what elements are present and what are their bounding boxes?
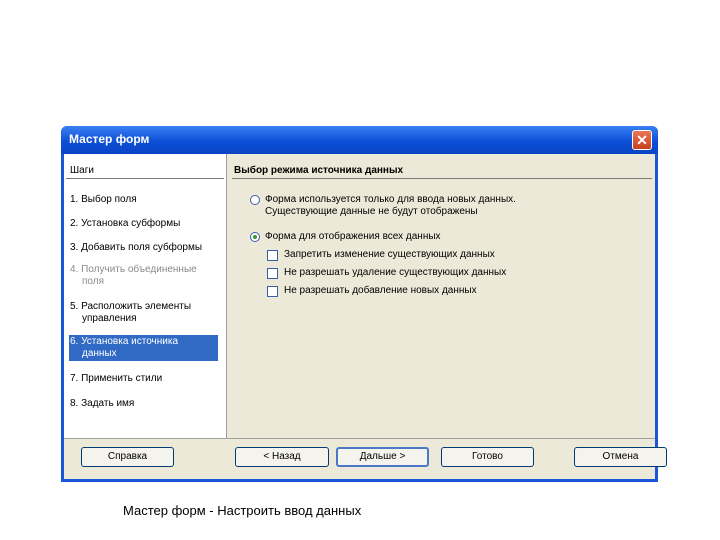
- steps-heading: Шаги: [70, 165, 94, 176]
- steps-divider: [66, 178, 224, 179]
- step-label: 1. Выбор поля: [70, 194, 137, 205]
- checkbox-no-add-label: Не разрешать добавление новых данных: [284, 285, 477, 296]
- step-set-name[interactable]: 8. Задать имя: [70, 398, 218, 410]
- radio-show-all-data-label: Форма для отображения всех данных: [265, 231, 441, 242]
- step-label: 3. Добавить поля субформы: [70, 242, 203, 253]
- dialog-client: Шаги 1. Выбор поля 2. Установка субформы…: [64, 154, 667, 479]
- radio-show-all-data[interactable]: [250, 232, 260, 242]
- step-label: 7. Применить стили: [70, 373, 163, 384]
- step-joined-fields: 4. Получить объединенные поля: [70, 264, 218, 288]
- title-bar[interactable]: Мастер форм ✕: [61, 126, 658, 154]
- step-label: 5. Расположить элементы: [70, 301, 192, 312]
- back-button[interactable]: < Назад: [235, 447, 329, 467]
- checkbox-no-modify-label: Запретить изменение существующих данных: [284, 249, 495, 260]
- step-label-cont: поля: [82, 276, 105, 287]
- radio-new-data-only[interactable]: [250, 195, 260, 205]
- button-bar-divider: [64, 438, 655, 439]
- content-panel: Выбор режима источника данных Форма испо…: [227, 154, 655, 438]
- step-label: 2. Установка субформы: [70, 218, 181, 229]
- step-label: 6. Установка источника: [70, 336, 179, 347]
- step-subform-setup[interactable]: 2. Установка субформы: [70, 218, 218, 230]
- step-data-source[interactable]: 6. Установка источника данных: [69, 335, 218, 361]
- content-heading: Выбор режима источника данных: [234, 165, 404, 176]
- checkbox-no-modify[interactable]: [267, 250, 278, 261]
- checkbox-no-delete-label: Не разрешать удаление существующих данны…: [284, 267, 507, 278]
- radio-label-line: Существующие данные не будут отображены: [265, 206, 478, 217]
- next-button[interactable]: Дальше >: [336, 447, 429, 467]
- close-icon[interactable]: ✕: [632, 130, 652, 150]
- radio-label-line: Форма используется только для ввода новы…: [265, 194, 516, 205]
- help-button[interactable]: Справка: [81, 447, 174, 467]
- cancel-button[interactable]: Отмена: [574, 447, 667, 467]
- steps-panel: Шаги 1. Выбор поля 2. Установка субформы…: [64, 154, 227, 438]
- step-label-cont: данных: [82, 348, 117, 359]
- checkbox-no-delete[interactable]: [267, 268, 278, 279]
- window-title: Мастер форм: [69, 132, 150, 146]
- step-label-cont: управления: [82, 313, 137, 324]
- form-wizard-window: Мастер форм ✕ Шаги 1. Выбор поля 2. Уста…: [61, 126, 667, 482]
- slide-caption: Мастер форм - Настроить ввод данных: [123, 503, 362, 518]
- finish-button[interactable]: Готово: [441, 447, 534, 467]
- step-apply-styles[interactable]: 7. Применить стили: [70, 373, 218, 385]
- content-divider: [232, 178, 652, 179]
- step-add-subform-fields[interactable]: 3. Добавить поля субформы: [70, 242, 218, 254]
- checkbox-no-add[interactable]: [267, 286, 278, 297]
- step-label: 4. Получить объединенные: [70, 264, 197, 275]
- step-label: 8. Задать имя: [70, 398, 135, 409]
- step-field-selection[interactable]: 1. Выбор поля: [70, 194, 218, 206]
- radio-new-data-only-label: Форма используется только для ввода новы…: [265, 194, 516, 218]
- step-arrange-controls[interactable]: 5. Расположить элементы управления: [70, 301, 218, 325]
